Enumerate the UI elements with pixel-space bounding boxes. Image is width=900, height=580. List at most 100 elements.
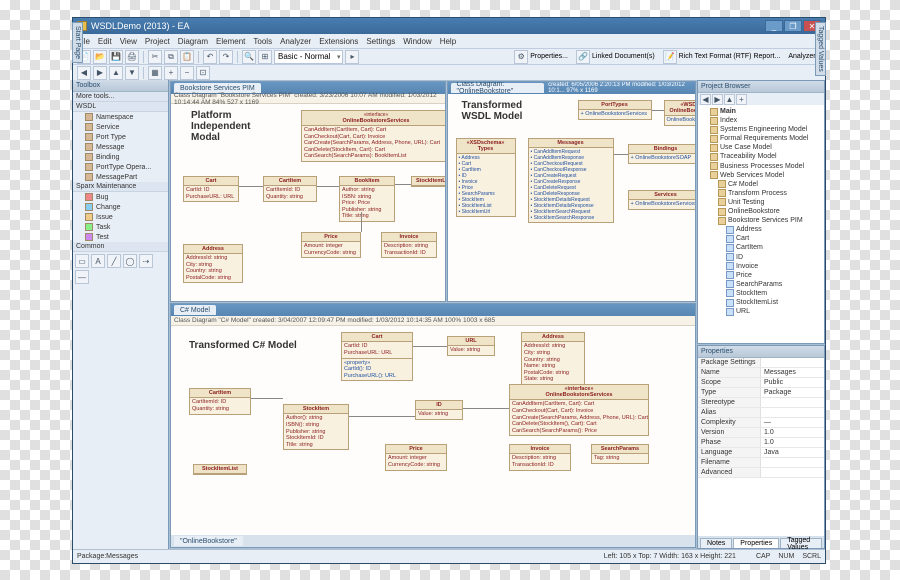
undo-button[interactable]: ↶ [203,50,217,64]
tree-item[interactable]: OnlineBookstore [700,207,822,216]
browser-new-button[interactable]: + [736,94,747,105]
tool-porttypeop[interactable]: PortType Opera... [73,162,168,172]
tree-item[interactable]: StockItem [700,289,822,298]
open-button[interactable]: 📂 [93,50,107,64]
tree-item[interactable]: Index [700,116,822,125]
cs-address[interactable]: AddressAddressId: string City: string Co… [521,332,585,385]
menu-extensions[interactable]: Extensions [319,37,358,46]
prop-row[interactable]: Alias [698,408,824,418]
tool-task[interactable]: Task [73,222,168,232]
prop-row[interactable]: NameMessages [698,368,824,378]
cs-canvas[interactable]: Transformed C# Model CartCartId: ID Purc… [171,326,695,535]
tree-item[interactable]: Use Case Model [700,143,822,152]
copy-button[interactable]: ⧉ [164,50,178,64]
cut-button[interactable]: ✂ [148,50,162,64]
align-top-button[interactable]: ▲ [109,66,123,80]
browser-tree[interactable]: Main IndexSystems Engineering ModelForma… [698,105,824,343]
align-right-button[interactable]: ▶ [93,66,107,80]
paste-button[interactable]: 📋 [180,50,194,64]
tree-item[interactable]: Invoice [700,262,822,271]
print-button[interactable]: 🖨 [125,50,139,64]
tree-item[interactable]: Address [700,225,822,234]
tab-notes[interactable]: Notes [700,538,732,548]
cs-cart[interactable]: CartCartId: ID PurchaseURL: URL«property… [341,332,413,381]
props-grid[interactable]: Package SettingsNameMessagesScopePublicT… [698,358,824,536]
tree-item[interactable]: Formal Requirements Model [700,134,822,143]
cs-invoice[interactable]: InvoiceDescription: string TransactionId… [509,444,571,470]
uml-price[interactable]: PriceAmount: integer CurrencyCode: strin… [301,232,361,258]
tool-namespace[interactable]: Namespace [73,112,168,122]
tree-item[interactable]: SearchParams [700,280,822,289]
style-combo[interactable]: Basic - Normal [274,50,343,64]
tree-item[interactable]: Bookstore Services PIM [700,216,822,225]
prop-row[interactable]: TypePackage [698,388,824,398]
style-apply-button[interactable]: ▸ [345,50,359,64]
cs-bottom-tab[interactable]: "OnlineBookstore" [174,536,243,546]
tool-messagepart[interactable]: MessagePart [73,172,168,182]
toolbox-more[interactable]: More tools... [73,92,168,102]
menu-window[interactable]: Window [403,37,431,46]
tool-link[interactable]: ╱ [107,254,121,268]
cs-searchparams[interactable]: SearchParamsTag: string [591,444,649,464]
tool-text[interactable]: A [91,254,105,268]
cs-price[interactable]: PriceAmount: integer CurrencyCode: strin… [385,444,447,470]
menu-settings[interactable]: Settings [366,37,395,46]
uml-invoice[interactable]: InvoiceDescription: string TransactionId… [381,232,437,258]
toolbox-wsdl-cat[interactable]: WSDL [73,102,168,112]
menu-view[interactable]: View [120,37,137,46]
props-button[interactable]: ⚙ [514,50,528,64]
tool-change[interactable]: Change [73,202,168,212]
tool-porttype[interactable]: Port Type [73,132,168,142]
pim-canvas[interactable]: Platform Independent Modal «interface»On… [171,104,445,301]
tree-item[interactable]: Traceability Model [700,152,822,161]
tree-item[interactable]: ID [700,253,822,262]
cs-interface[interactable]: «interface» OnlineBookstoreServicesCanAd… [509,384,649,436]
zoom-in-button[interactable]: + [164,66,178,80]
uml-porttypes[interactable]: PortTypes+ OnlineBookstoreServices [578,100,652,120]
uml-stocklist[interactable]: StockItemList [411,176,445,187]
menu-analyzer[interactable]: Analyzer [280,37,311,46]
tree-item[interactable]: C# Model [700,180,822,189]
prop-row[interactable]: LanguageJava [698,448,824,458]
tool-test[interactable]: Test [73,232,168,242]
tree-item[interactable]: Business Processes Model [700,162,822,171]
search-button[interactable]: 🔍 [242,50,256,64]
tree-item[interactable]: CartItem [700,243,822,252]
tree-item[interactable]: Price [700,271,822,280]
uml-cart[interactable]: CartCartId: ID PurchaseURL: URL [183,176,239,202]
uml-wsdl[interactable]: «WSDL» OnlineBookstoreOnlineBookstore [664,100,695,126]
prop-row[interactable]: Filename [698,458,824,468]
linked-button[interactable]: 🔗 [576,50,590,64]
tool-bug[interactable]: Bug [73,192,168,202]
menu-tools[interactable]: Tools [253,37,272,46]
align-left-button[interactable]: ◀ [77,66,91,80]
prop-row[interactable]: Advanced [698,468,824,478]
tree-item[interactable]: Cart [700,234,822,243]
uml-services[interactable]: Services+ OnlineBookstoreServices [628,190,695,210]
menu-project[interactable]: Project [145,37,170,46]
browser-back-button[interactable]: ◀ [700,94,711,105]
rtf-label[interactable]: Rich Text Format (RTF) Report... [679,53,781,60]
menu-help[interactable]: Help [440,37,456,46]
cs-stockitem[interactable]: StockItemAuthor(): string ISBN(): string… [283,404,349,450]
prop-row[interactable]: ScopePublic [698,378,824,388]
toolbox-common-cat[interactable]: Common [73,242,168,252]
tab-properties[interactable]: Properties [733,538,779,548]
maximize-button[interactable]: ❐ [784,20,802,32]
tool-issue[interactable]: Issue [73,212,168,222]
minimize-button[interactable]: _ [765,20,783,32]
tree-item[interactable]: StockItemList [700,298,822,307]
linked-label[interactable]: Linked Document(s) [592,53,655,60]
menu-element[interactable]: Element [216,37,245,46]
prop-row[interactable]: Package Settings [698,358,824,368]
tree-button[interactable]: ⊞ [258,50,272,64]
uml-interface[interactable]: «interface»OnlineBookstoreServices CanAd… [301,110,445,162]
browser-up-button[interactable]: ▲ [724,94,735,105]
uml-messages[interactable]: Messages• CanAddItemRequest • CanAddItem… [528,138,614,223]
tree-item[interactable]: Transform Process [700,189,822,198]
align-bottom-button[interactable]: ▼ [125,66,139,80]
tab-tagged[interactable]: Tagged Values [780,538,822,548]
tool-service[interactable]: Service [73,122,168,132]
tree-item[interactable]: URL [700,307,822,316]
save-button[interactable]: 💾 [109,50,123,64]
